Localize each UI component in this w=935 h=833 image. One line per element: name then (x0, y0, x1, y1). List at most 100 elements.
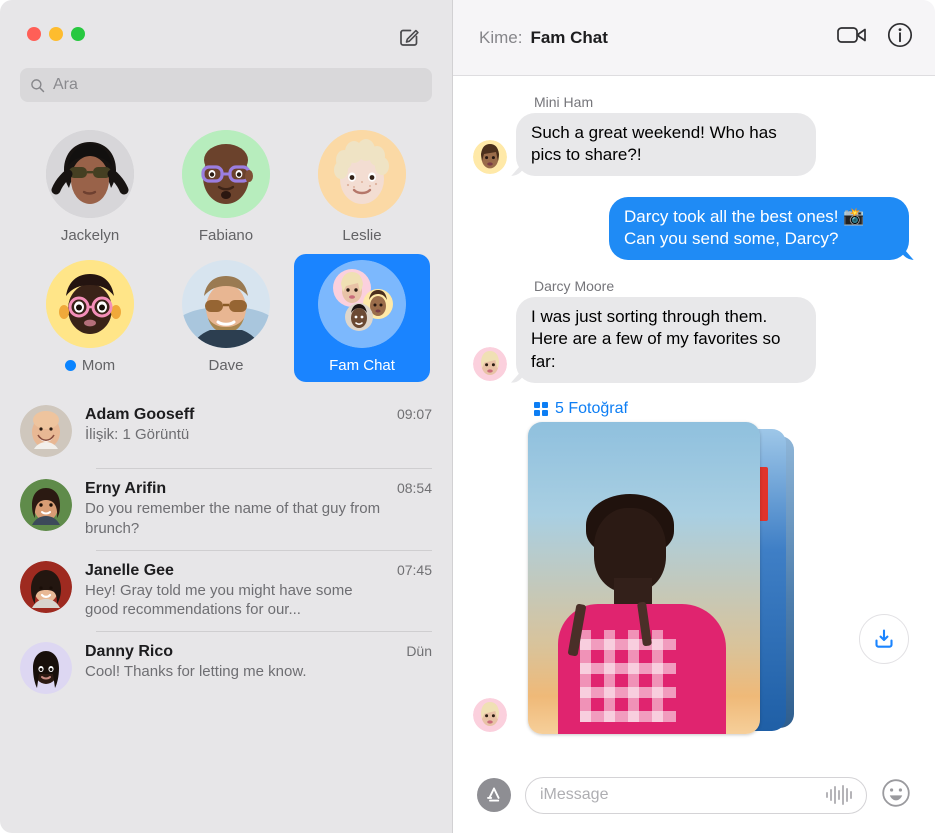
photo-attachment-link[interactable]: 5 Fotoğraf (534, 400, 909, 418)
message-row: Darcy took all the best ones! 📸 Can you … (473, 197, 909, 261)
pinned-item-mom[interactable]: Mom (22, 254, 158, 382)
composer-bar: iMessage (453, 761, 935, 833)
avatar (473, 140, 507, 175)
search-input[interactable]: Ara (20, 68, 432, 102)
avatar (473, 697, 507, 732)
unread-indicator (64, 360, 76, 371)
list-item-header: Erny Arifin 08:54 (85, 480, 432, 498)
contact-name: Adam Gooseff (85, 406, 195, 423)
timestamp: 07:45 (396, 561, 432, 578)
video-camera-icon[interactable] (837, 25, 867, 50)
search-placeholder: Ara (53, 76, 78, 93)
group-avatar (318, 260, 406, 348)
title-bar (0, 0, 452, 68)
group-avatar-circle (318, 260, 406, 348)
timestamp: 08:54 (396, 480, 432, 496)
avatar (46, 130, 134, 218)
avatar (20, 642, 72, 695)
conversation-list: Adam Gooseff 09:07 İlişik: 1 Görüntü Ern… (0, 388, 452, 833)
compose-icon[interactable] (394, 22, 424, 52)
avatar (20, 479, 72, 531)
list-item[interactable]: Janelle Gee 07:45 Hey! Gray told me you … (0, 549, 452, 632)
minimize-button[interactable] (49, 27, 63, 41)
message-preview: Do you remember the name of that guy fro… (85, 500, 381, 537)
message-bubble[interactable]: Such a great weekend! Who has pics to sh… (516, 113, 816, 177)
photo-stack-row (473, 421, 909, 742)
sidebar: Ara Jackelyn Fabiano Leslie Mom Dave Fam… (0, 0, 453, 833)
message-thread: Mini Ham Such a great weekend! Who has p… (453, 76, 935, 761)
pinned-item-leslie[interactable]: Leslie (294, 124, 430, 252)
grid-icon (534, 401, 548, 416)
chat-title: Fam Chat (530, 27, 608, 47)
list-item-header: Janelle Gee 07:45 (85, 562, 432, 580)
pinned-name: Jackelyn (60, 227, 120, 244)
avatar (473, 346, 507, 381)
pinned-item-dave[interactable]: Dave (158, 254, 294, 382)
chat-pane: Kime: Fam Chat Mini Ham Such a great wee… (453, 0, 935, 833)
pinned-label: Dave (208, 357, 243, 374)
pinned-name: Mom (81, 357, 116, 374)
pinned-name: Leslie (342, 227, 382, 244)
photo-thumbnail-front[interactable] (528, 421, 760, 734)
pinned-name: Fabiano (198, 227, 254, 244)
messages-window: Ara Jackelyn Fabiano Leslie Mom Dave Fam… (0, 0, 935, 833)
pinned-label: Mom (64, 357, 116, 374)
message-preview: Cool! Thanks for letting me know. (85, 663, 307, 681)
traffic-lights (27, 27, 85, 41)
pinned-contacts: Jackelyn Fabiano Leslie Mom Dave Fam Cha… (0, 114, 452, 388)
contact-name: Janelle Gee (85, 561, 174, 579)
pinned-label: Fabiano (199, 227, 253, 244)
list-item[interactable]: Danny Rico Dün Cool! Thanks for letting … (0, 631, 452, 705)
to-label: Kime: (479, 27, 523, 47)
message-input[interactable]: iMessage (525, 776, 867, 814)
search-container: Ara (0, 68, 452, 114)
photo-image (528, 422, 760, 734)
pinned-label: Leslie (342, 227, 381, 244)
pinned-name: Fam Chat (329, 357, 395, 374)
app-store-icon[interactable] (477, 778, 511, 812)
list-item-header: Danny Rico Dün (85, 643, 432, 661)
avatar (182, 130, 270, 218)
list-item[interactable]: Erny Arifin 08:54 Do you remember the na… (0, 468, 452, 550)
timestamp: Dün (406, 643, 432, 660)
close-button[interactable] (27, 27, 41, 41)
download-icon[interactable] (859, 613, 909, 664)
contact-name: Danny Rico (85, 643, 174, 661)
info-icon[interactable] (887, 22, 913, 53)
zoom-button[interactable] (71, 27, 85, 41)
timestamp: 09:07 (396, 406, 432, 422)
list-item-body: Janelle Gee 07:45 Hey! Gray told me you … (85, 561, 432, 621)
list-item-header: Adam Gooseff 09:07 (85, 406, 432, 424)
message-row: Such a great weekend! Who has pics to sh… (473, 113, 909, 177)
message-row: I was just sorting through them. Here ar… (473, 297, 909, 383)
pinned-item-jackelyn[interactable]: Jackelyn (22, 124, 158, 252)
sender-label: Darcy Moore (534, 278, 615, 295)
list-item-body: Adam Gooseff 09:07 İlişik: 1 Görüntü (85, 405, 432, 445)
list-item-body: Danny Rico Dün Cool! Thanks for letting … (85, 642, 432, 682)
contact-name: Erny Arifin (85, 480, 167, 497)
message-bubble[interactable]: I was just sorting through them. Here ar… (516, 297, 816, 383)
search-icon (31, 78, 45, 92)
photo-count-label: 5 Fotoğraf (555, 399, 628, 417)
pinned-item-fam-chat[interactable]: Fam Chat (294, 254, 430, 382)
list-item-body: Erny Arifin 08:54 Do you remember the na… (85, 479, 432, 539)
avatar (318, 130, 406, 218)
list-item[interactable]: Adam Gooseff 09:07 İlişik: 1 Görüntü (0, 394, 452, 468)
message-bubble[interactable]: Darcy took all the best ones! 📸 Can you … (609, 197, 909, 261)
sender-label: Mini Ham (534, 94, 594, 110)
avatar (20, 405, 72, 457)
message-preview: İlişik: 1 Görüntü (85, 426, 190, 443)
pinned-item-fabiano[interactable]: Fabiano (158, 124, 294, 252)
smiley-face-icon[interactable] (881, 778, 911, 813)
audio-waveform-icon[interactable] (826, 785, 852, 805)
avatar (46, 260, 134, 348)
chat-header: Kime: Fam Chat (453, 0, 935, 76)
avatar (182, 260, 270, 348)
pinned-name: Dave (208, 357, 244, 374)
pinned-label: Fam Chat (329, 357, 395, 374)
photo-stack[interactable] (528, 421, 828, 742)
message-preview: Hey! Gray told me you might have some go… (85, 581, 353, 619)
pinned-label: Jackelyn (61, 227, 119, 244)
message-placeholder: iMessage (540, 786, 609, 803)
avatar (20, 560, 72, 613)
